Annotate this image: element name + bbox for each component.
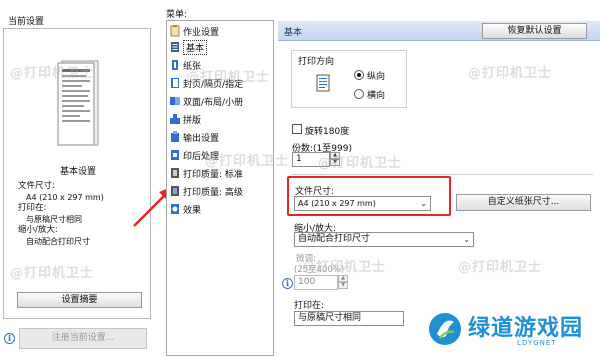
- landscape-label: 横向: [367, 91, 386, 101]
- basic-icon: [171, 42, 179, 52]
- site-logo-name: 绿道游戏园: [468, 316, 584, 341]
- menu-label: 菜单:: [166, 10, 188, 20]
- copies-decrement-button[interactable]: ▼: [330, 159, 340, 166]
- menu-item-imposition[interactable]: 拼版: [170, 111, 272, 127]
- divider: [291, 174, 593, 175]
- menu-item-finishing[interactable]: 印后处理: [170, 147, 272, 163]
- copies-increment-button[interactable]: ▲: [330, 152, 340, 159]
- menu-item-cover-pages[interactable]: 封页/隔页/指定: [170, 75, 272, 91]
- menu-item-effects[interactable]: 效果: [170, 201, 272, 217]
- register-current-settings-button[interactable]: 注册当前设置...: [19, 328, 147, 349]
- menu-item-output-settings[interactable]: 输出设置: [170, 129, 272, 145]
- menu-item-duplex-layout[interactable]: 双面/布局/小册: [170, 93, 272, 109]
- section-title: 基本: [284, 28, 303, 38]
- output-settings-icon: [171, 131, 179, 142]
- menu-item-paper[interactable]: 纸张: [170, 57, 272, 73]
- summary-paper-size-value: A4 (210 x 297 mm): [26, 193, 104, 202]
- job-settings-icon: [170, 25, 180, 37]
- menu-item-quality-advanced[interactable]: 打印质量: 高级: [170, 183, 272, 199]
- info-icon[interactable]: i: [4, 333, 15, 344]
- landscape-radio[interactable]: [354, 89, 364, 99]
- effects-icon: [171, 204, 179, 214]
- summary-print-on-value: 与原稿尺寸相同: [26, 215, 82, 224]
- current-settings-panel: 基本设置 文件尺寸: A4 (210 x 297 mm) 打印在: 与原稿尺寸相…: [3, 28, 151, 319]
- summary-paper-size-label: 文件尺寸:: [18, 181, 55, 191]
- info-icon[interactable]: i: [282, 278, 293, 289]
- quality-standard-icon: [171, 168, 179, 178]
- menu-item-job-settings[interactable]: 作业设置: [170, 23, 272, 39]
- scale-value: 自动配合打印尺寸: [298, 234, 371, 244]
- zoom-percent-input[interactable]: 100: [294, 275, 338, 290]
- site-logo: 绿道游戏园 LDYGNET: [420, 306, 600, 357]
- cover-pages-icon: [171, 78, 179, 88]
- rotate-180-checkbox[interactable]: [292, 124, 302, 134]
- print-on-select[interactable]: 与原稿尺寸相同: [294, 311, 404, 326]
- duplex-layout-icon: [170, 97, 180, 105]
- summary-scale-label: 缩小/放大:: [18, 225, 58, 235]
- paper-preview-icon: [57, 60, 99, 146]
- imposition-icon: [170, 114, 180, 124]
- print-on-label: 打印在:: [294, 301, 325, 311]
- watermark-text: @打印机卫士: [458, 260, 543, 275]
- menu-list: 作业设置 基本 纸张 封页/隔页/指定 双面/布局/小册 拼版 输出设置 印后处…: [166, 20, 274, 356]
- watermark-text: @打印机卫士: [468, 66, 553, 81]
- portrait-label: 纵向: [367, 72, 386, 82]
- scale-select[interactable]: 自动配合打印尺寸 ⌄: [294, 232, 474, 247]
- highlight-box: [287, 176, 451, 216]
- summary-scale-value: 自动配合打印尺寸: [26, 237, 90, 246]
- summary-title: 基本设置: [59, 167, 96, 177]
- portrait-page-icon: [316, 74, 330, 92]
- custom-paper-size-button[interactable]: 自定义纸张尺寸...: [456, 194, 591, 211]
- current-settings-title: 当前设置: [8, 17, 45, 27]
- copies-input[interactable]: 1: [292, 152, 330, 167]
- settings-summary-button[interactable]: 设置摘要: [17, 292, 142, 308]
- finishing-icon: [171, 150, 179, 160]
- site-logo-mark-icon: [429, 313, 461, 345]
- chevron-down-icon: ⌄: [463, 235, 470, 244]
- restore-defaults-button[interactable]: 恢复默认设置: [482, 23, 587, 39]
- rotate-180-label: 旋转180度: [305, 127, 350, 137]
- zoom-increment-button[interactable]: ▲: [338, 275, 348, 282]
- zoom-decrement-button[interactable]: ▼: [338, 282, 348, 289]
- quality-advanced-icon: [171, 186, 179, 196]
- menu-item-quality-standard[interactable]: 打印质量: 标准: [170, 165, 272, 181]
- orientation-label: 打印方向: [298, 57, 335, 67]
- fine-tune-range: (25至400%): [294, 265, 345, 275]
- paper-icon: [172, 60, 178, 70]
- site-logo-sub: LDYGNET: [517, 339, 557, 347]
- menu-item-basic[interactable]: 基本: [170, 39, 272, 55]
- summary-print-on-label: 打印在:: [18, 203, 47, 213]
- portrait-radio[interactable]: [354, 70, 364, 80]
